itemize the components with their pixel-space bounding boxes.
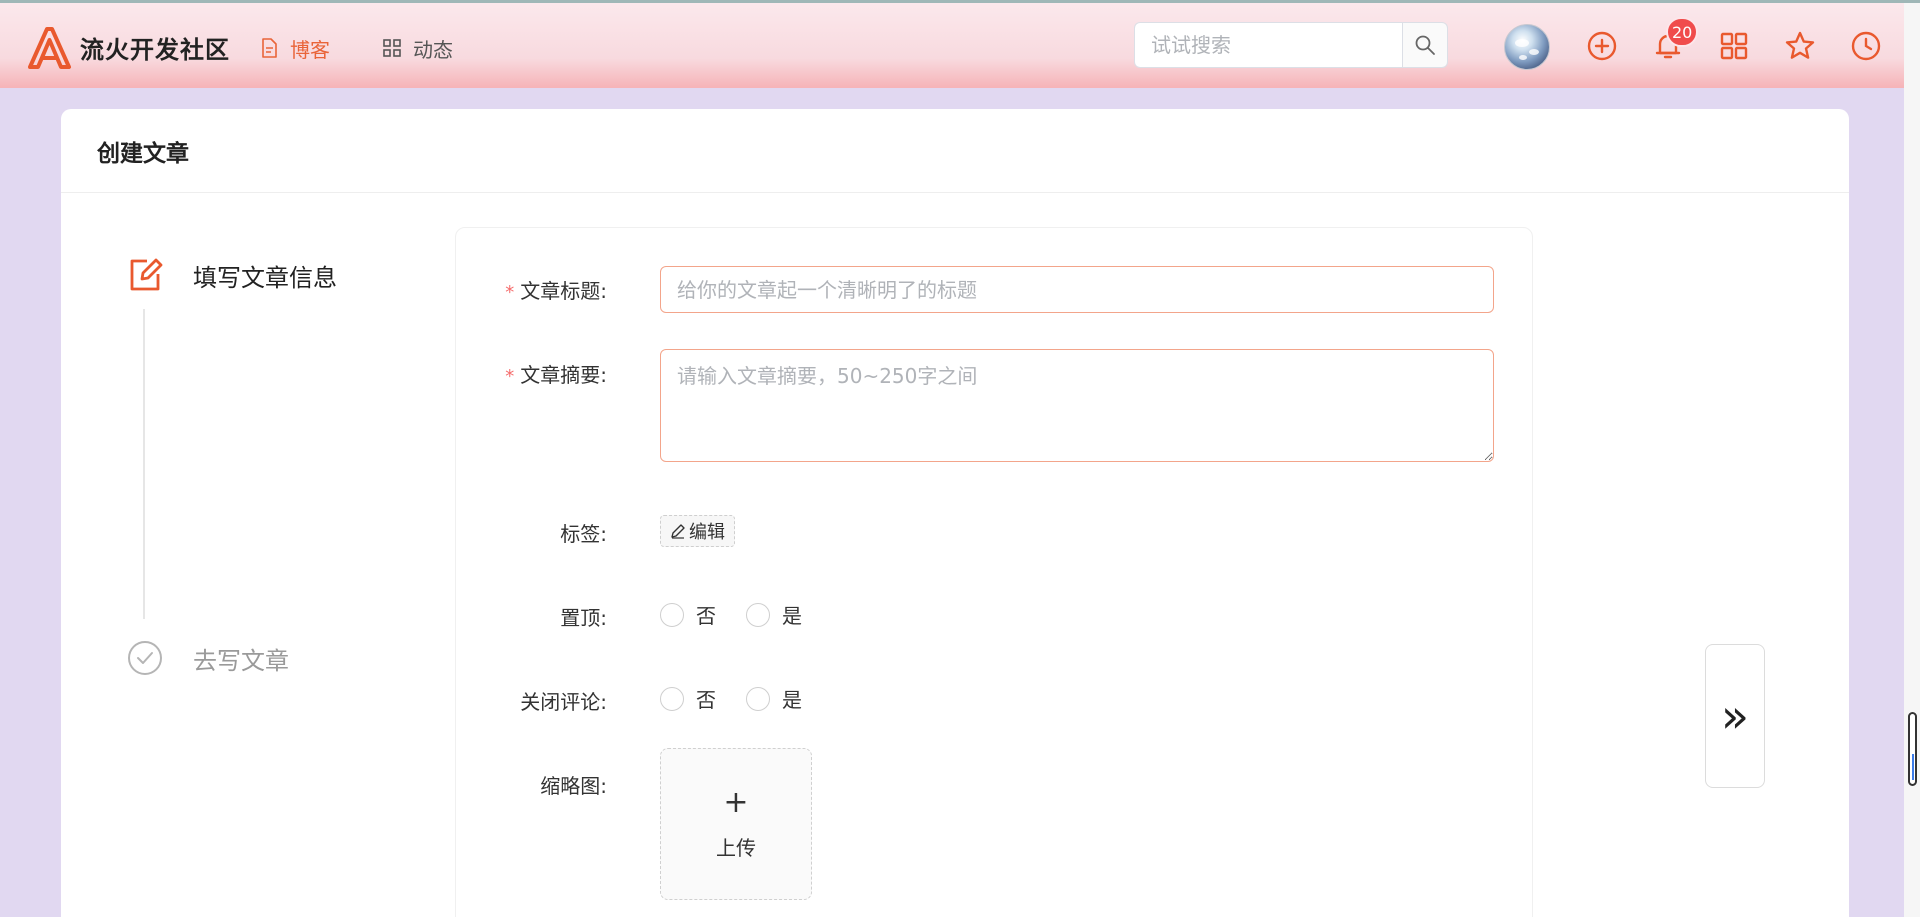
required-mark: * (505, 282, 515, 303)
step-fill-info-label: 填写文章信息 (193, 263, 337, 292)
radio-circle (746, 602, 770, 627)
close-comments-radio-no-label: 否 (696, 688, 716, 712)
nav-blog[interactable]: 博客 (258, 33, 330, 63)
required-mark: * (505, 366, 515, 387)
title-label: * 文章标题: (505, 275, 607, 304)
check-circle-icon (128, 641, 162, 675)
nav-blog-label: 博客 (290, 37, 330, 62)
radio-circle (660, 602, 684, 627)
pin-radio-yes[interactable]: 是 (746, 600, 802, 629)
plus-icon: + (723, 784, 749, 820)
article-title-input[interactable] (660, 266, 1494, 313)
step-fill-info: 填写文章信息 (127, 257, 337, 293)
step-write-article-label: 去写文章 (193, 646, 289, 675)
pin-radio-yes-label: 是 (782, 604, 802, 628)
summary-label-text: 文章摘要: (520, 363, 607, 387)
create-article-card: 创建文章 填写文章信息 去写文章 *文章标题: *文章摘要: 标签: (61, 109, 1849, 917)
nav-dynamics[interactable]: 动态 (381, 33, 453, 63)
add-circle-icon[interactable] (1586, 30, 1618, 62)
next-step-button[interactable]: » (1705, 644, 1765, 788)
avatar[interactable] (1504, 24, 1550, 70)
star-icon[interactable] (1784, 30, 1816, 62)
edit-tags-button[interactable]: 编辑 (660, 515, 735, 547)
step-connector (143, 309, 145, 619)
edit-tags-label: 编辑 (689, 522, 725, 543)
title-label-text: 文章标题: (520, 279, 607, 303)
radio-circle (746, 686, 770, 711)
pin-label: 置顶: (560, 606, 607, 630)
nav-dynamics-label: 动态 (413, 37, 453, 62)
pin-radio-no-label: 否 (696, 604, 716, 628)
pencil-icon (671, 524, 685, 539)
close-comments-label: 关闭评论: (520, 690, 607, 714)
close-comments-radio-no[interactable]: 否 (660, 684, 716, 713)
radio-circle (660, 686, 684, 711)
step-write-article: 去写文章 (127, 640, 289, 676)
tags-label: 标签: (560, 522, 607, 546)
thumbnail-label: 缩略图: (540, 774, 607, 798)
article-info-form: *文章标题: *文章摘要: 标签: 编辑 置顶: 否 是 关闭评论 (455, 227, 1533, 917)
summary-label: * 文章摘要: (505, 359, 607, 388)
upload-label: 上传 (716, 835, 756, 860)
search-box (1134, 22, 1448, 68)
search-button[interactable] (1402, 22, 1448, 68)
thumbnail-upload[interactable]: + 上传 (660, 748, 812, 900)
site-logo-icon (28, 27, 71, 69)
pin-radio-group: 否 是 (660, 600, 832, 629)
close-comments-radio-group: 否 是 (660, 684, 832, 713)
scrollbar-thumb[interactable] (1908, 712, 1917, 786)
pin-radio-no[interactable]: 否 (660, 600, 716, 629)
notification-badge: 20 (1666, 17, 1699, 47)
top-header: 流火开发社区 博客 动态 试试搜索 20 (0, 3, 1904, 88)
article-summary-textarea[interactable] (660, 349, 1494, 462)
clock-icon[interactable] (1850, 30, 1882, 62)
brand[interactable]: 流火开发社区 (26, 25, 230, 69)
site-name: 流火开发社区 (80, 35, 230, 64)
close-comments-radio-yes-label: 是 (782, 688, 802, 712)
search-icon (1415, 35, 1435, 55)
apps-grid-icon[interactable] (1718, 30, 1750, 62)
document-icon (262, 38, 277, 58)
search-input[interactable] (1134, 22, 1402, 68)
grid-icon (383, 39, 401, 57)
edit-icon (130, 258, 163, 291)
card-header: 创建文章 (61, 109, 1849, 193)
close-comments-radio-yes[interactable]: 是 (746, 684, 802, 713)
page-title: 创建文章 (97, 140, 189, 167)
